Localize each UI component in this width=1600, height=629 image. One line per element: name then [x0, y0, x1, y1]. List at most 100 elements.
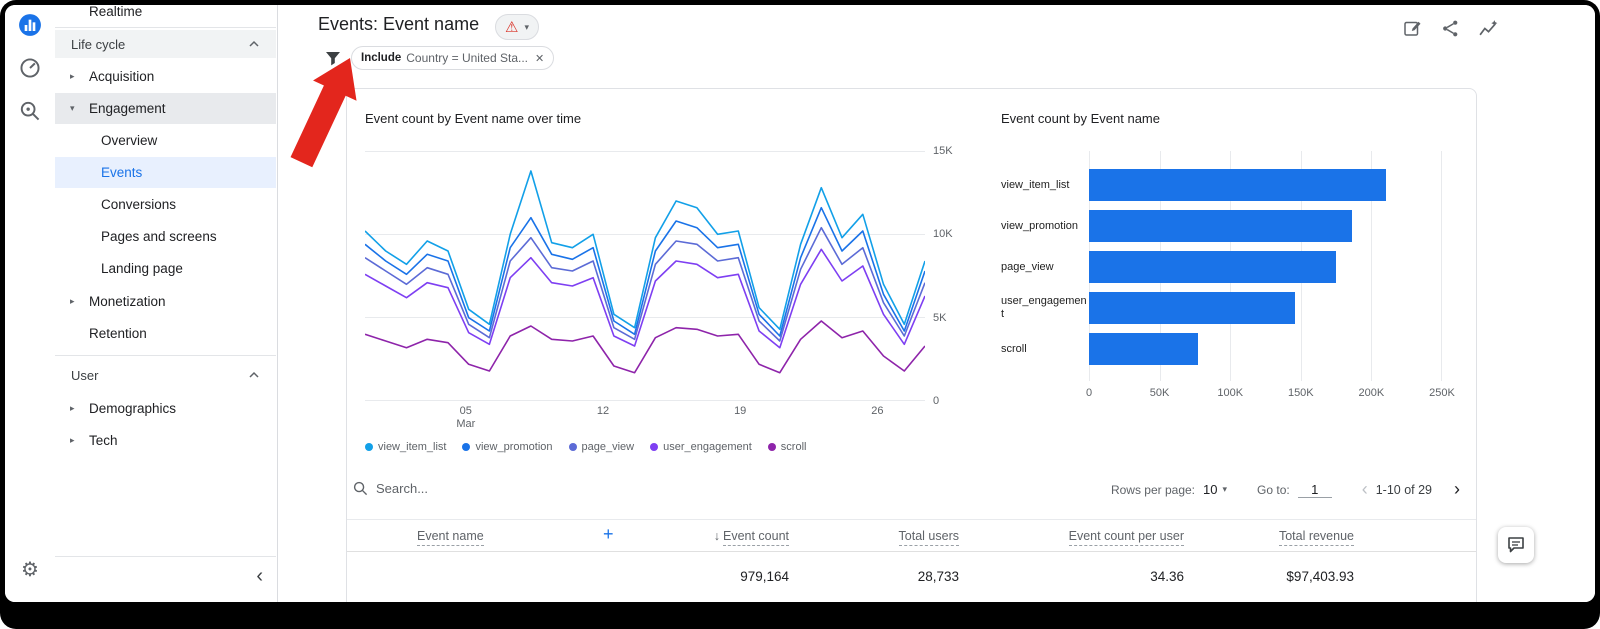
insights-icon[interactable]: [1477, 17, 1499, 39]
explore-magnifier-icon: [19, 100, 41, 122]
rows-per-page-label: Rows per page:: [1111, 483, 1195, 497]
chat-bubble-icon: [1506, 535, 1526, 555]
sidebar-item-label: Engagement: [89, 101, 166, 116]
share-icon[interactable]: [1439, 17, 1461, 39]
totals-event-count-per-user: 34.36: [1150, 569, 1184, 584]
next-page-button[interactable]: ›: [1454, 479, 1460, 500]
y-axis-label: 5K: [933, 312, 965, 324]
legend-dot-icon: [365, 443, 373, 451]
sidebar-item-monetization[interactable]: ▸ Monetization: [55, 286, 276, 317]
data-quality-button[interactable]: ⚠ ▾: [495, 14, 539, 40]
bar-chart-in-circle-icon: [18, 13, 42, 37]
app-window: ⚙ Realtime Life cycle ▸ Acquisition ▾ En…: [5, 5, 1595, 602]
sidebar-item-engagement[interactable]: ▾ Engagement: [55, 93, 276, 124]
previous-page-button[interactable]: ‹: [1362, 479, 1368, 500]
sidebar-item-label: Conversions: [101, 197, 176, 212]
sidebar-item-acquisition[interactable]: ▸ Acquisition: [55, 61, 276, 92]
line-x-tick: 19: [734, 405, 746, 418]
goto-label: Go to:: [1257, 483, 1290, 497]
line-x-tick: 05 Mar: [456, 405, 475, 431]
sidebar-item-label: Events: [101, 165, 142, 180]
feedback-chat-button[interactable]: [1498, 527, 1534, 563]
column-header-total-users[interactable]: Total users: [899, 529, 959, 543]
report-card: Event count by Event name over time 15K …: [346, 88, 1477, 602]
legend-dot-icon: [768, 443, 776, 451]
sidebar-item-events[interactable]: Events: [55, 157, 276, 188]
bar-segment: [1089, 169, 1386, 201]
line-x-tick: 12: [597, 405, 609, 418]
chevron-up-icon: [248, 371, 260, 379]
explore-nav-icon[interactable]: [17, 98, 43, 124]
y-axis-label: 10K: [933, 228, 965, 240]
chevron-right-icon: ▸: [70, 71, 75, 82]
chevron-down-icon: ▾: [524, 22, 529, 33]
speedometer-icon: [19, 57, 41, 79]
legend-dot-icon: [462, 443, 470, 451]
filter-value: Country = United Sta...: [406, 51, 528, 65]
sidebar-item-label: Landing page: [101, 261, 183, 276]
column-header-event-count-per-user[interactable]: Event count per user: [1069, 529, 1184, 543]
report-title: Events: Event name: [318, 14, 479, 35]
collapse-sidebar-button[interactable]: ‹: [256, 561, 263, 591]
chart-legend: view_item_list view_promotion page_view …: [365, 441, 806, 453]
legend-item[interactable]: page_view: [569, 441, 635, 453]
sidebar-item-tech[interactable]: ▸ Tech: [55, 425, 276, 456]
sidebar-item-label: Pages and screens: [101, 229, 217, 244]
divider: [55, 27, 276, 28]
sidebar-item-landing-page[interactable]: Landing page: [55, 253, 276, 284]
sidebar-item-realtime[interactable]: Realtime: [55, 5, 276, 27]
column-header-event-count[interactable]: ↓Event count: [714, 529, 789, 543]
sidebar-item-label: Tech: [89, 433, 118, 448]
filter-chip[interactable]: Include Country = United Sta... ✕: [351, 46, 554, 70]
legend-item[interactable]: scroll: [768, 441, 807, 453]
customize-report-icon[interactable]: [1401, 17, 1423, 39]
table-search: [353, 481, 596, 496]
y-axis-label: 0: [933, 395, 965, 407]
section-label: Life cycle: [71, 37, 125, 52]
column-header-event-name[interactable]: Event name: [417, 529, 484, 543]
legend-item[interactable]: view_item_list: [365, 441, 446, 453]
divider: [55, 556, 276, 557]
bar-category-label: user_engagement: [1001, 292, 1087, 324]
column-header-total-revenue[interactable]: Total revenue: [1279, 529, 1354, 543]
close-icon[interactable]: ✕: [535, 52, 544, 65]
bar-category-label: page_view: [1001, 251, 1087, 283]
filter-operator: Include: [361, 52, 401, 64]
filter-funnel-icon: [325, 51, 341, 66]
sidebar-item-overview[interactable]: Overview: [55, 125, 276, 156]
sidebar-section-user[interactable]: User: [55, 361, 276, 389]
legend-item[interactable]: user_engagement: [650, 441, 752, 453]
realtime-nav-icon[interactable]: [17, 55, 43, 81]
bar-chart-plot: [1089, 151, 1442, 381]
sidebar-item-label: Realtime: [89, 5, 142, 19]
rows-per-page-select[interactable]: 10 ▾: [1203, 482, 1227, 497]
sidebar-item-pages-and-screens[interactable]: Pages and screens: [55, 221, 276, 252]
section-label: User: [71, 368, 98, 383]
y-axis-label: 15K: [933, 145, 965, 157]
sidebar-item-label: Demographics: [89, 401, 176, 416]
screenshot-frame: ⚙ Realtime Life cycle ▸ Acquisition ▾ En…: [0, 0, 1600, 629]
goto-page-input[interactable]: [1298, 482, 1332, 498]
legend-item[interactable]: view_promotion: [462, 441, 552, 453]
settings-gear-icon[interactable]: ⚙: [17, 556, 43, 582]
pagination-bar: Rows per page: 10 ▾ Go to: ‹ 1-10 of 29 …: [1111, 479, 1460, 500]
search-input[interactable]: [376, 481, 596, 496]
reports-nav-icon[interactable]: [17, 12, 43, 38]
search-icon: [353, 481, 368, 496]
chevron-right-icon: ▸: [70, 435, 75, 446]
add-column-button[interactable]: +: [603, 524, 614, 545]
legend-dot-icon: [569, 443, 577, 451]
sidebar-item-conversions[interactable]: Conversions: [55, 189, 276, 220]
sidebar-section-life-cycle[interactable]: Life cycle: [55, 30, 276, 58]
main-content: Events: Event name ⚠ ▾: [279, 5, 1595, 602]
line-x-tick: 26: [871, 405, 883, 418]
totals-total-users: 28,733: [918, 569, 959, 584]
sidebar-item-demographics[interactable]: ▸ Demographics: [55, 393, 276, 424]
totals-event-count: 979,164: [740, 569, 789, 584]
bar-segment: [1089, 251, 1336, 283]
sidebar-item-retention[interactable]: Retention: [55, 318, 276, 349]
line-chart-svg: [365, 151, 925, 401]
bar-segment: [1089, 333, 1198, 365]
pagination-range: 1-10 of 29: [1376, 483, 1432, 497]
bar-category-label: scroll: [1001, 333, 1087, 365]
